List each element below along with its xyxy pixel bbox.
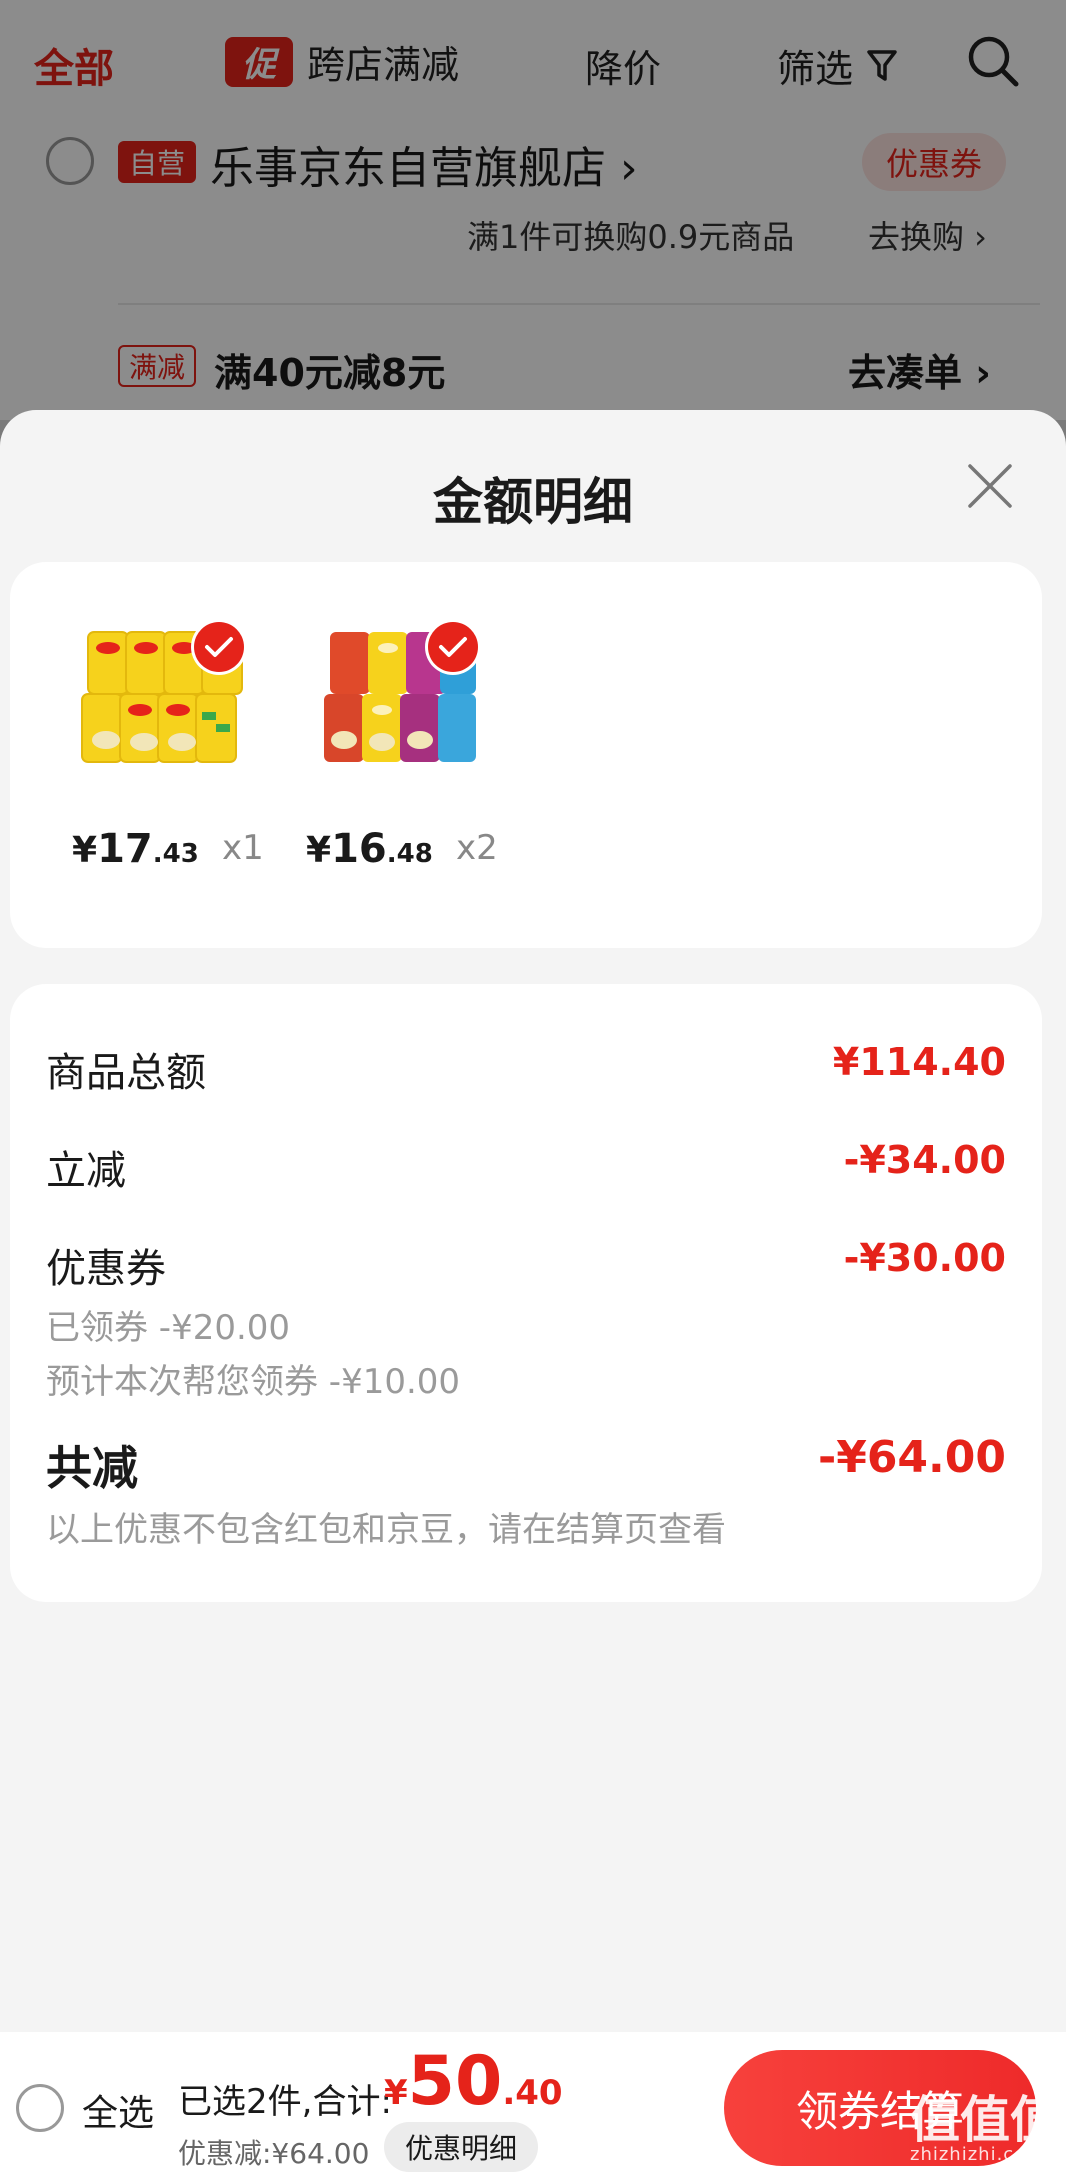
currency-symbol: ¥ bbox=[72, 830, 98, 871]
currency-symbol: ¥ bbox=[384, 2073, 408, 2113]
claimed-coupon-text: 已领券 -¥20.00 bbox=[46, 1308, 291, 1348]
coupon-label: 优惠券 bbox=[46, 1246, 166, 1292]
amount-detail-sheet: 金额明细 ¥ 17 .43 x1 ¥ 16 .48 x2 商品总额 ¥114.4… bbox=[0, 410, 1066, 2181]
auto-claim-coupon-text: 预计本次帮您领券 -¥10.00 bbox=[46, 1362, 461, 1402]
amount-breakdown-card: 商品总额 ¥114.40 立减 -¥34.00 优惠券 -¥30.00 已领券 … bbox=[10, 984, 1042, 1602]
close-icon[interactable] bbox=[962, 458, 1018, 514]
product-image bbox=[66, 602, 266, 802]
price-integer: 16 bbox=[331, 826, 387, 872]
goods-total-label: 商品总额 bbox=[46, 1050, 206, 1096]
sheet-title: 金额明细 bbox=[433, 473, 633, 531]
total-discount-value: -¥64.00 bbox=[817, 1432, 1006, 1483]
coupon-value: -¥30.00 bbox=[843, 1236, 1006, 1280]
price-integer: 17 bbox=[97, 826, 153, 872]
selected-check-icon bbox=[194, 622, 244, 672]
discount-detail-button[interactable]: 优惠明细 bbox=[384, 2122, 538, 2172]
total-discount-label: 共减 bbox=[46, 1441, 138, 1495]
instant-discount-value: -¥34.00 bbox=[843, 1138, 1006, 1182]
total-price-integer: 50 bbox=[407, 2042, 503, 2121]
selected-count-text: 已选2件,合计: bbox=[178, 2082, 392, 2122]
price-decimal: .43 bbox=[152, 839, 199, 869]
modal-overlay[interactable] bbox=[0, 0, 1066, 420]
product-price: ¥ 17 .43 bbox=[72, 826, 199, 872]
watermark-logo: 值值值 bbox=[910, 2091, 1060, 2149]
instant-discount-label: 立减 bbox=[46, 1148, 126, 1194]
discount-summary: 优惠减:¥64.00 bbox=[178, 2137, 370, 2170]
selected-check-icon bbox=[428, 622, 478, 672]
product-price: ¥ 16 .48 bbox=[306, 826, 433, 872]
total-price: ¥ 50 .40 bbox=[384, 2042, 563, 2121]
select-all-radio[interactable] bbox=[16, 2084, 64, 2132]
currency-symbol: ¥ bbox=[306, 830, 332, 871]
goods-total-value: ¥114.40 bbox=[832, 1040, 1006, 1084]
select-all-label[interactable]: 全选 bbox=[82, 2084, 154, 2136]
product-image bbox=[300, 602, 500, 802]
watermark-site: zhizhizhi.com bbox=[910, 2144, 1045, 2165]
product-item[interactable] bbox=[66, 602, 266, 802]
total-price-decimal: .40 bbox=[502, 2073, 563, 2113]
product-item[interactable] bbox=[300, 602, 500, 802]
goods-card: ¥ 17 .43 x1 ¥ 16 .48 x2 bbox=[10, 562, 1042, 948]
discount-note: 以上优惠不包含红包和京豆，请在结算页查看 bbox=[46, 1510, 726, 1550]
checkout-bar: 全选 已选2件,合计: ¥ 50 .40 优惠减:¥64.00 优惠明细 领券结… bbox=[0, 2032, 1066, 2181]
site-watermark: 值值值 zhizhizhi.com bbox=[910, 2080, 1060, 2178]
product-quantity: x1 bbox=[222, 828, 264, 868]
price-decimal: .48 bbox=[386, 839, 433, 869]
product-quantity: x2 bbox=[456, 828, 498, 868]
